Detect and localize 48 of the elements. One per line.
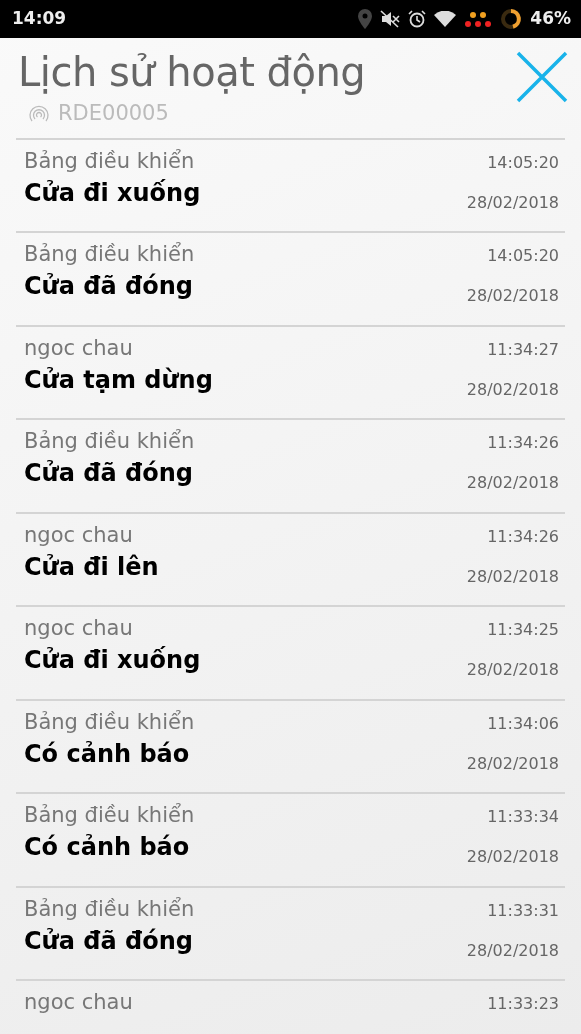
location-icon	[358, 9, 373, 29]
event-time: 11:34:06	[487, 712, 559, 735]
event-action: Cửa đã đóng	[24, 271, 194, 303]
event-action: Cửa đã đóng	[24, 458, 194, 490]
event-source: ngoc chau	[24, 989, 133, 1016]
event-source: ngoc chau	[24, 615, 134, 642]
event-date: 28/02/2018	[466, 565, 559, 588]
event-source: ngoc chau	[24, 521, 134, 549]
event-date: 28/02/2018	[466, 472, 559, 494]
event-source: Bảng điều khiển	[24, 241, 195, 268]
event-time: 11:33:34	[487, 806, 559, 828]
event-action: Cửa đi xuống	[24, 177, 201, 209]
close-button[interactable]	[515, 50, 569, 104]
event-source: Bảng điều khiển	[24, 428, 195, 455]
event-time: 14:05:20	[487, 245, 559, 267]
event-date: 28/02/2018	[466, 659, 559, 681]
event-action: Có cảnh báo	[24, 832, 191, 864]
status-time: 14:09	[12, 7, 67, 31]
event-time: 11:34:25	[487, 619, 559, 641]
event-time: 11:34:27	[487, 338, 559, 361]
event-source: Bảng điều khiển	[24, 708, 195, 736]
event-source: Bảng điều khiển	[24, 147, 196, 175]
event-time: 11:33:23	[487, 993, 559, 1015]
event-action: Cửa đã đóng	[24, 925, 194, 957]
battery-icon	[500, 8, 523, 30]
event-date: 28/02/2018	[466, 939, 559, 962]
device-id: RDE00005	[58, 100, 169, 127]
battery-percent: 46%	[530, 7, 571, 31]
event-action: Có cảnh báo	[24, 738, 191, 770]
event-action: Cửa đi lên	[24, 551, 159, 583]
event-source: Bảng điều khiển	[24, 895, 195, 923]
event-source: ngoc chau	[24, 334, 134, 362]
page-title: Lịch sử hoạt động	[18, 50, 366, 94]
event-time: 11:34:26	[487, 525, 559, 548]
event-date: 28/02/2018	[466, 378, 559, 401]
alarm-icon	[408, 10, 427, 28]
event-date: 28/02/2018	[466, 752, 559, 775]
event-source: Bảng điều khiển	[24, 802, 195, 829]
event-date: 28/02/2018	[466, 846, 559, 868]
event-action: Cửa đi xuống	[24, 645, 201, 677]
event-date: 28/02/2018	[466, 191, 559, 214]
event-date: 28/02/2018	[466, 285, 559, 307]
mute-icon	[380, 10, 401, 28]
event-time: 11:33:31	[487, 899, 559, 922]
event-time: 14:05:20	[487, 151, 559, 174]
event-action: Cửa tạm dừng	[24, 364, 213, 396]
event-time: 11:34:26	[487, 432, 559, 454]
wifi-icon	[434, 11, 457, 27]
